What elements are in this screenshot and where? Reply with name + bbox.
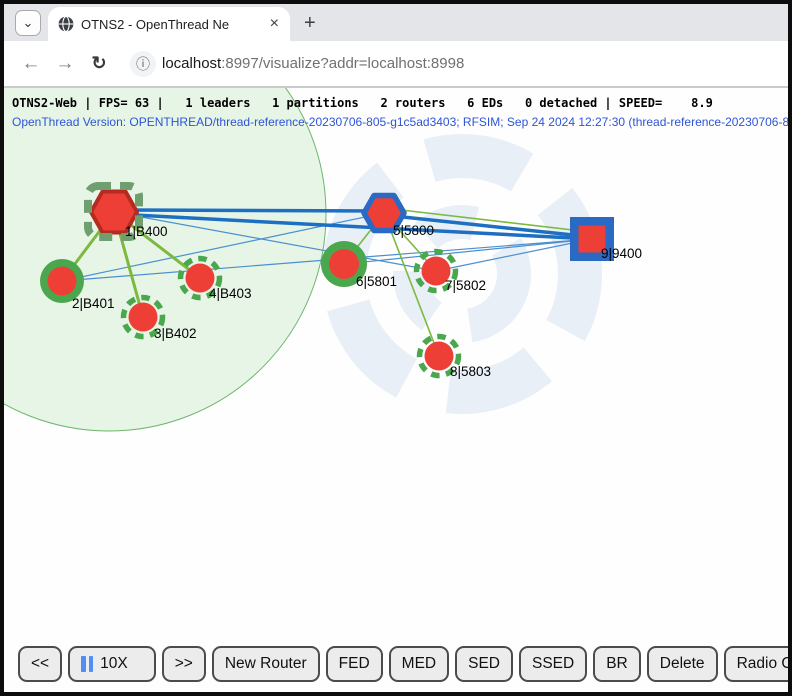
med-button[interactable]: MED bbox=[389, 646, 449, 682]
speed-button[interactable]: 10X bbox=[68, 646, 156, 682]
delete-button[interactable]: Delete bbox=[647, 646, 718, 682]
radio-off-button[interactable]: Radio Off bbox=[724, 646, 788, 682]
reload-icon[interactable]: ↻ bbox=[82, 53, 116, 74]
new-router-button[interactable]: New Router bbox=[212, 646, 320, 682]
visualization-canvas[interactable]: OTNS2-Web | FPS= 63 | 1 leaders 1 partit… bbox=[4, 88, 788, 692]
node-label: 8|5803 bbox=[450, 364, 491, 379]
pause-icon bbox=[81, 656, 93, 672]
node-label: 3|B402 bbox=[154, 326, 197, 341]
sed-button[interactable]: SED bbox=[455, 646, 513, 682]
browser-window: ⌄ OTNS2 - OpenThread Ne × + ← → ↻ ⓘ loca… bbox=[0, 0, 792, 696]
close-tab-icon[interactable]: × bbox=[267, 16, 282, 32]
globe-favicon-icon bbox=[58, 16, 74, 32]
node-label: 9|9400 bbox=[601, 246, 642, 261]
ssed-button[interactable]: SSED bbox=[519, 646, 587, 682]
address-bar[interactable]: localhost:8997/visualize?addr=localhost:… bbox=[162, 55, 464, 72]
openthread-version-text: OpenThread Version: OPENTHREAD/thread-re… bbox=[12, 115, 788, 129]
link-1-5 bbox=[114, 210, 384, 211]
tab-title: OTNS2 - OpenThread Ne bbox=[81, 17, 260, 32]
link-6-9 bbox=[344, 239, 592, 264]
site-info-icon[interactable]: ⓘ bbox=[130, 51, 156, 77]
br-button[interactable]: BR bbox=[593, 646, 641, 682]
tab-search-button[interactable]: ⌄ bbox=[15, 10, 41, 36]
node-label: 1|B400 bbox=[125, 224, 168, 239]
speed-down-button[interactable]: << bbox=[18, 646, 62, 682]
url-host: localhost bbox=[162, 55, 221, 72]
simulation-toolbar: << 10X >> New Router FED MED SED SSED BR… bbox=[18, 646, 788, 682]
simulation-status-text: OTNS2-Web | FPS= 63 | 1 leaders 1 partit… bbox=[12, 96, 713, 110]
node-label: 6|5801 bbox=[356, 274, 397, 289]
speed-up-button[interactable]: >> bbox=[162, 646, 206, 682]
url-path: :8997/visualize?addr=localhost:8998 bbox=[221, 55, 464, 72]
node-label: 5|5800 bbox=[393, 223, 434, 238]
tab-bar: ⌄ OTNS2 - OpenThread Ne × + bbox=[4, 4, 788, 41]
chevron-down-icon: ⌄ bbox=[23, 15, 34, 31]
node-label: 7|5802 bbox=[445, 278, 486, 293]
new-tab-button[interactable]: + bbox=[304, 13, 316, 33]
speed-label: 10X bbox=[100, 655, 128, 673]
network-scene: 1|B400 2|B401 3|B402 4|B403 5|5800 6|580… bbox=[4, 88, 788, 692]
back-icon[interactable]: ← bbox=[14, 53, 48, 75]
node-label: 4|B403 bbox=[209, 286, 252, 301]
tab-otns2[interactable]: OTNS2 - OpenThread Ne × bbox=[48, 7, 290, 41]
node-label: 2|B401 bbox=[72, 296, 115, 311]
navigation-bar: ← → ↻ ⓘ localhost:8997/visualize?addr=lo… bbox=[4, 41, 788, 88]
fed-button[interactable]: FED bbox=[326, 646, 383, 682]
forward-icon[interactable]: → bbox=[48, 53, 82, 75]
